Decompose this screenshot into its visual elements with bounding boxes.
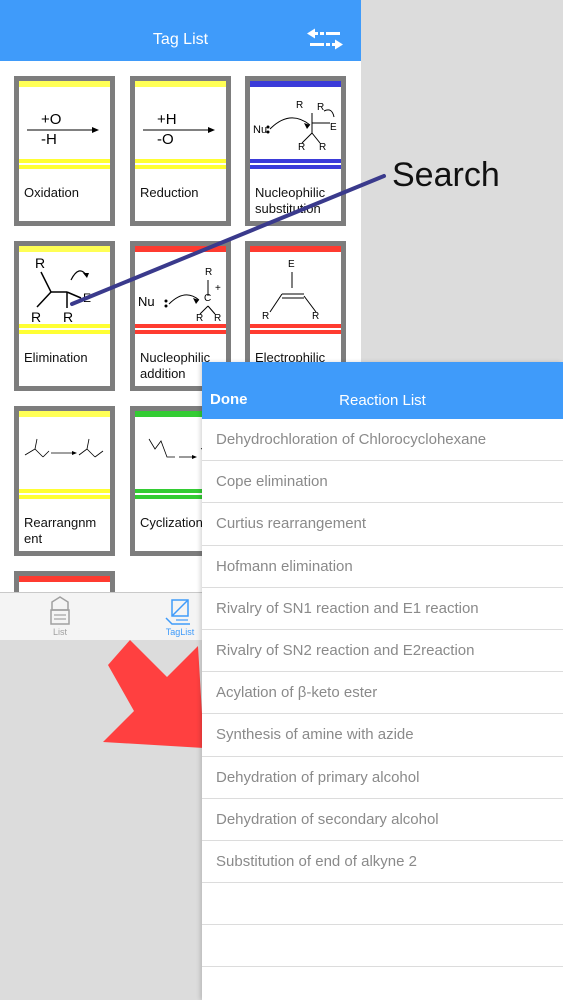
reaction-structure-image: E R R	[250, 252, 341, 322]
reaction-list-item[interactable]: Rivalry of SN2 reaction and E2reaction	[202, 630, 563, 673]
tab-list-label: List	[52, 627, 67, 637]
empty-list-row	[202, 925, 563, 968]
reaction-list-navbar: Reaction List Done	[202, 362, 563, 419]
reaction-structure-image: Nu R R E R R	[250, 87, 341, 155]
tag-label: Oxidation	[24, 185, 79, 200]
tab-taglist-label: TagList	[165, 627, 195, 637]
reaction-list-item[interactable]: Substitution of end of alkyne 2	[202, 841, 563, 884]
tag-color-bar	[135, 330, 226, 334]
tag-label: Rearrangnm ent	[24, 515, 97, 546]
tag-color-bar	[19, 495, 110, 499]
tag-color-bar	[19, 330, 110, 334]
tag-color-bar	[19, 165, 110, 169]
tag-card[interactable]: +H -O Reduction	[130, 76, 231, 226]
tag-color-bars	[19, 489, 110, 503]
empty-list-row	[202, 967, 563, 1000]
reaction-list-item[interactable]: Dehydration of primary alcohol	[202, 757, 563, 799]
reaction-list-item[interactable]: Rivalry of SN1 reaction and E1 reaction	[202, 588, 563, 630]
tag-color-bar	[250, 159, 341, 163]
tag-card-body: +H -O Reduction	[135, 81, 226, 221]
tag-color-bar	[250, 165, 341, 169]
list-icon	[50, 596, 70, 625]
tag-color-bars	[135, 324, 226, 338]
search-annotation-label: Search	[392, 156, 500, 194]
reaction-below-text: -H	[41, 131, 57, 148]
structure-atom-label: R	[35, 255, 46, 271]
structure-atom-label: R	[214, 313, 222, 324]
empty-list-row	[202, 883, 563, 926]
tag-color-bar	[19, 489, 110, 493]
done-button[interactable]: Done	[210, 391, 248, 408]
tag-card-body: Nu R R E R R Nucleophilic substitution	[250, 81, 341, 221]
structure-atom-label: R	[317, 102, 325, 113]
tag-color-bars	[250, 324, 341, 338]
structure-atom-label: +	[215, 283, 221, 294]
tag-card-body: R R R E Elimination	[19, 246, 110, 386]
reaction-structure-image	[19, 417, 110, 485]
structure-atom-label: R	[319, 142, 327, 153]
tag-label: Reduction	[140, 185, 199, 200]
tag-label: Nucleophilic substitution	[255, 185, 326, 216]
reaction-list-item[interactable]: Cope elimination	[202, 461, 563, 504]
reaction-list-item[interactable]: Dehydration of secondary alcohol	[202, 799, 563, 841]
tab-list[interactable]: List	[30, 593, 90, 640]
tag-color-bar	[19, 324, 110, 328]
reaction-structure-image: +O -H	[19, 87, 110, 155]
tab-taglist[interactable]: TagList	[150, 593, 210, 640]
structure-atom-label: R	[312, 311, 320, 322]
tag-card[interactable]: Nu R R E R R Nucleophilic substitution	[245, 76, 346, 226]
reaction-structure-image: +H -O	[135, 87, 226, 155]
tag-color-bar	[135, 324, 226, 328]
reaction-below-text: -O	[157, 131, 174, 148]
reaction-above-text: +H	[157, 111, 177, 128]
tag-card-body: +O -H Oxidation	[19, 81, 110, 221]
tag-color-bars	[19, 159, 110, 173]
structure-atom-label: R	[296, 100, 304, 111]
structure-atom-label: R	[205, 267, 213, 278]
tag-color-bar	[135, 165, 226, 169]
tag-color-bar	[250, 330, 341, 334]
tag-color-bars	[135, 159, 226, 173]
reaction-structure-image: Nu R C + R R	[135, 252, 226, 324]
structure-atom-label: Nu	[138, 294, 155, 309]
tag-label: Elimination	[24, 350, 88, 365]
tag-color-bars	[250, 159, 341, 173]
reaction-list-item[interactable]: Synthesis of amine with azide	[202, 714, 563, 757]
reaction-list-item[interactable]: Acylation of β-keto ester	[202, 672, 563, 715]
structure-atom-label: R	[31, 309, 42, 325]
structure-atom-label: R	[196, 313, 204, 324]
reaction-list-title: Reaction List	[339, 392, 426, 409]
tag-card[interactable]: Rearrangnm ent	[14, 406, 115, 556]
tag-list-navbar: Tag List	[0, 0, 361, 61]
reaction-list-item[interactable]: Curtius rearrangement	[202, 503, 563, 546]
tag-color-bars	[19, 324, 110, 338]
tag-card[interactable]: +O -H Oxidation	[14, 76, 115, 226]
structure-atom-label: E	[83, 291, 92, 305]
reaction-list-item[interactable]: Dehydrochloration of Chlorocyclohexane	[202, 419, 563, 462]
tag-card[interactable]: R R R E Elimination	[14, 241, 115, 391]
reaction-above-text: +O	[41, 111, 62, 128]
red-arrow	[103, 640, 204, 748]
reaction-list-item[interactable]: Hofmann elimination	[202, 546, 563, 588]
reaction-list-panel: Reaction List Done Dehydrochloration of …	[202, 362, 563, 1000]
structure-atom-label: R	[262, 311, 270, 322]
taglist-icon	[165, 599, 190, 625]
structure-atom-label: E	[288, 259, 295, 270]
swap-arrows-icon[interactable]	[305, 28, 345, 54]
structure-atom-label: E	[330, 122, 337, 133]
structure-atom-label: Nu	[253, 124, 268, 136]
tag-card-body: Rearrangnm ent	[19, 411, 110, 551]
tag-color-bar	[135, 159, 226, 163]
reaction-structure-image: RRRE	[19, 252, 110, 324]
structure-atom-label: R	[63, 309, 74, 325]
tag-color-bar	[250, 324, 341, 328]
tag-color-bar	[19, 159, 110, 163]
structure-atom-label: R	[298, 142, 306, 153]
structure-atom-label: C	[204, 293, 212, 304]
reaction-list: Dehydrochloration of Chlorocyclohexane Co…	[202, 419, 563, 1000]
